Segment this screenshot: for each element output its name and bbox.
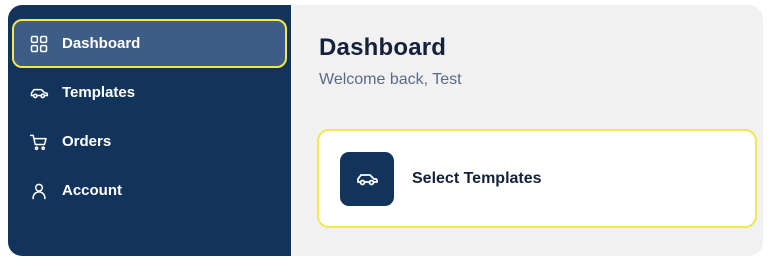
- sidebar-item-templates[interactable]: Templates: [14, 70, 285, 115]
- user-icon: [28, 180, 50, 202]
- sidebar-item-dashboard[interactable]: Dashboard: [12, 19, 287, 68]
- welcome-subtitle: Welcome back, Test: [319, 71, 462, 88]
- main-content: Dashboard Welcome back, Test Select Temp…: [291, 5, 763, 256]
- cart-icon: [28, 131, 50, 153]
- grid-icon: [28, 33, 50, 55]
- sidebar-item-account[interactable]: Account: [14, 168, 285, 213]
- sidebar-item-label: Account: [62, 182, 122, 199]
- card-label: Select Templates: [412, 169, 542, 187]
- select-templates-card[interactable]: Select Templates: [317, 129, 757, 228]
- car-icon: [28, 82, 50, 104]
- app-window: Dashboard Templates Orders Account Dashb…: [8, 5, 763, 256]
- sidebar-item-label: Orders: [62, 133, 112, 150]
- sidebar: Dashboard Templates Orders Account: [8, 5, 291, 256]
- sidebar-item-label: Dashboard: [62, 35, 141, 52]
- page-title: Dashboard: [319, 34, 447, 61]
- sidebar-item-orders[interactable]: Orders: [14, 119, 285, 164]
- car-icon: [340, 151, 394, 206]
- sidebar-item-label: Templates: [62, 84, 136, 101]
